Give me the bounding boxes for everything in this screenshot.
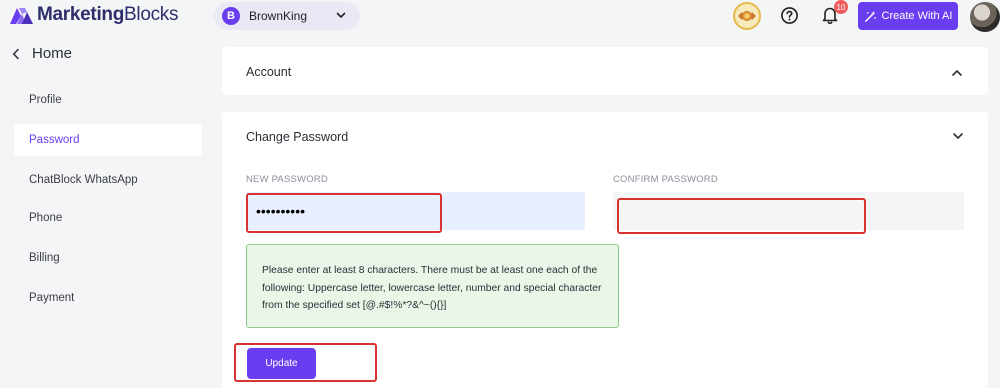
sidebar-item-chatblock-whatsapp[interactable]: ChatBlock WhatsApp	[14, 164, 202, 196]
chevron-left-icon	[12, 48, 19, 59]
achievement-badge[interactable]	[733, 2, 761, 30]
password-requirements-hint: Please enter at least 8 characters. Ther…	[246, 244, 619, 328]
brand-logo[interactable]: MarketingBlocks	[8, 4, 179, 26]
workspace-name: BrownKing	[249, 9, 308, 23]
account-section[interactable]: Account	[222, 47, 988, 95]
medal-icon	[738, 11, 756, 21]
new-password-label: NEW PASSWORD	[246, 174, 328, 185]
change-password-title: Change Password	[246, 130, 349, 144]
confirm-password-input[interactable]	[613, 192, 964, 230]
top-bar: MarketingBlocks B BrownKing 10 Create Wi…	[0, 0, 1000, 33]
logo-mark-icon	[10, 8, 33, 24]
confirm-password-label: CONFIRM PASSWORD	[613, 174, 718, 185]
chevron-down-icon	[336, 12, 346, 19]
notification-count-badge: 10	[834, 0, 848, 14]
sidebar-item-label: Profile	[29, 94, 62, 106]
workspace-avatar: B	[222, 7, 240, 25]
sidebar-item-label: Billing	[29, 252, 60, 264]
account-section-title: Account	[246, 65, 292, 79]
brand-name: MarketingBlocks	[37, 4, 179, 26]
new-password-input[interactable]	[246, 192, 585, 230]
help-icon[interactable]	[780, 6, 799, 25]
brand-name-bold: Marketing	[37, 4, 125, 25]
back-home-label: Home	[32, 45, 73, 62]
sidebar-item-label: Phone	[29, 212, 63, 224]
update-button[interactable]: Update	[247, 348, 316, 379]
back-to-home-link[interactable]: Home	[12, 45, 72, 62]
create-with-ai-label: Create With AI	[881, 10, 953, 22]
user-avatar[interactable]	[970, 2, 1000, 32]
sidebar-item-label: Payment	[29, 292, 75, 304]
chevron-up-icon[interactable]	[951, 68, 963, 78]
sidebar-item-payment[interactable]: Payment	[14, 282, 202, 314]
sidebar-item-label: ChatBlock WhatsApp	[29, 174, 138, 186]
sidebar-item-phone[interactable]: Phone	[14, 202, 202, 234]
create-with-ai-button[interactable]: Create With AI	[858, 2, 958, 30]
sidebar-item-profile[interactable]: Profile	[14, 84, 202, 116]
sidebar-item-billing[interactable]: Billing	[14, 242, 202, 274]
chevron-down-icon[interactable]	[952, 131, 964, 141]
brand-name-rest: Blocks	[124, 4, 179, 25]
sidebar-item-password[interactable]: Password	[14, 124, 202, 156]
sidebar-item-label: Password	[29, 134, 80, 146]
change-password-section: Change Password NEW PASSWORD CONFIRM PAS…	[222, 112, 988, 388]
workspace-selector[interactable]: B BrownKing	[214, 2, 360, 30]
magic-wand-icon	[864, 10, 876, 22]
